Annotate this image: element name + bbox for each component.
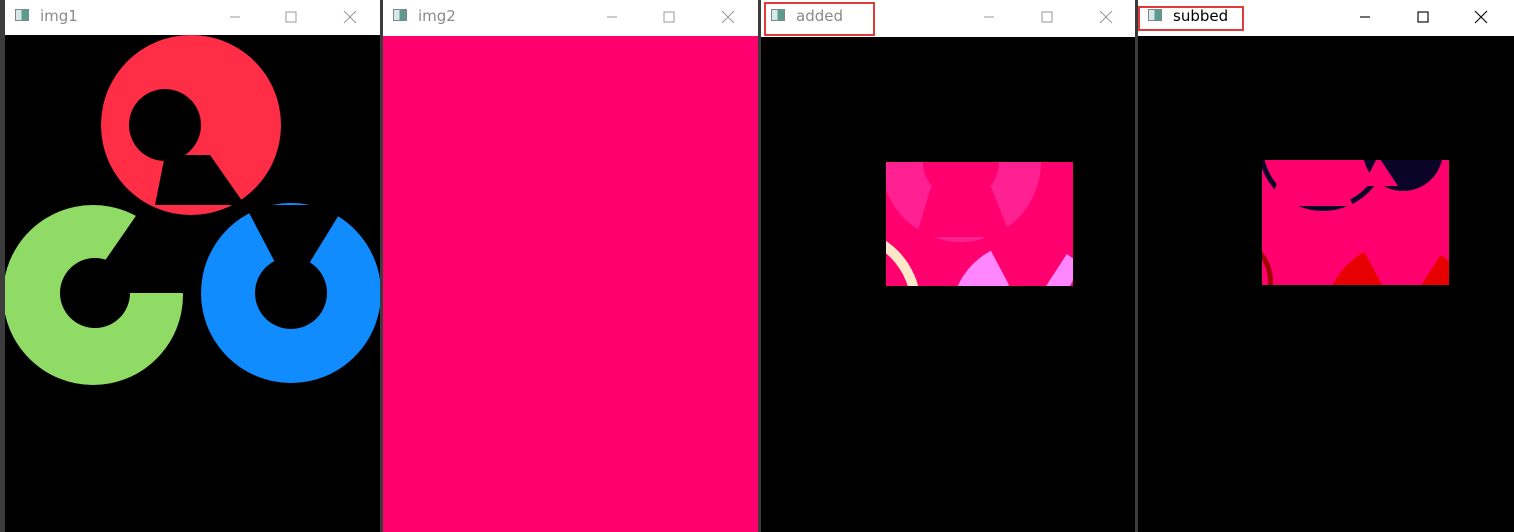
image-canvas — [383, 36, 758, 532]
minimize-icon[interactable] — [979, 7, 999, 27]
title-highlight-box — [1138, 6, 1244, 31]
opencv-logo-image — [5, 35, 380, 385]
image-canvas — [5, 35, 380, 532]
titlebar[interactable]: added — [761, 0, 1135, 37]
close-icon[interactable] — [1471, 7, 1491, 27]
window-added[interactable]: added — [761, 0, 1135, 532]
window-img2[interactable]: img2 — [383, 0, 758, 532]
minimize-icon[interactable] — [1355, 7, 1375, 27]
title-highlight-box — [764, 2, 875, 36]
image-window-icon — [15, 9, 29, 21]
titlebar[interactable]: subbed — [1138, 0, 1514, 36]
close-icon[interactable] — [340, 7, 360, 27]
added-roi-image — [886, 162, 1073, 286]
maximize-icon[interactable] — [1037, 7, 1057, 27]
close-icon[interactable] — [1096, 7, 1116, 27]
maximize-icon[interactable] — [1413, 7, 1433, 27]
window-title: img1 — [40, 7, 78, 25]
minimize-icon[interactable] — [225, 7, 245, 27]
maximize-icon[interactable] — [659, 7, 679, 27]
minimize-icon[interactable] — [602, 7, 622, 27]
titlebar[interactable]: img2 — [383, 0, 758, 36]
maximize-icon[interactable] — [281, 7, 301, 27]
image-window-icon — [393, 9, 407, 21]
close-icon[interactable] — [718, 7, 738, 27]
subbed-roi-image — [1262, 160, 1449, 285]
window-title: img2 — [418, 7, 456, 25]
window-img1[interactable]: img1 — [5, 0, 380, 532]
window-subbed[interactable]: subbed — [1138, 0, 1514, 532]
image-canvas — [761, 37, 1135, 532]
titlebar[interactable]: img1 — [5, 0, 380, 35]
image-canvas — [1138, 36, 1514, 532]
